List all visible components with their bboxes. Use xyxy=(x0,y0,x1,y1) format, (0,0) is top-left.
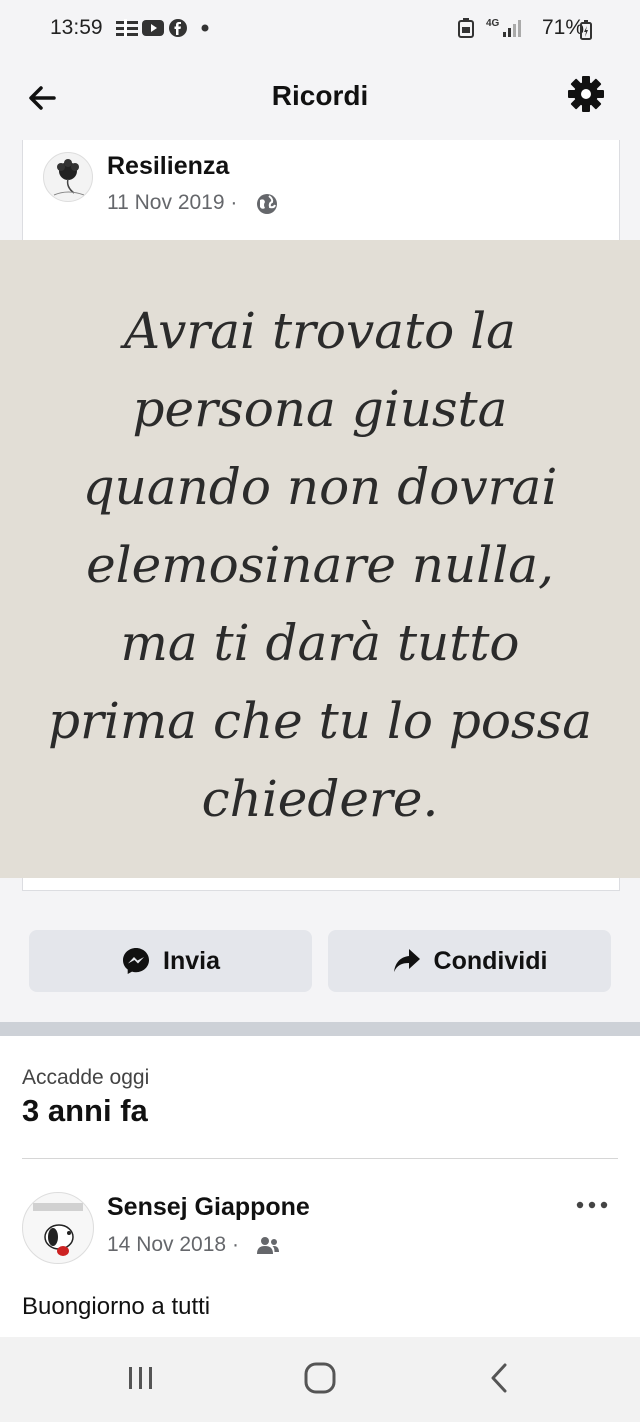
recent-apps-icon[interactable] xyxy=(126,1363,156,1393)
battery-level: 71% xyxy=(542,16,584,40)
image-quote-text: Avrai trovato la persona giusta quando n… xyxy=(0,292,640,838)
app-header: Ricordi xyxy=(0,60,640,132)
dandelion-icon xyxy=(53,159,85,196)
list-icon xyxy=(116,19,138,37)
settings-gear-icon[interactable] xyxy=(566,74,606,114)
post-author[interactable]: Resilienza xyxy=(107,152,229,181)
quote-line: chiedere. xyxy=(201,770,439,828)
post-author[interactable]: Sensej Giappone xyxy=(107,1193,310,1222)
battery-saver-icon xyxy=(458,18,474,38)
dot-icon xyxy=(201,24,209,32)
date-separator: · xyxy=(230,191,238,214)
battery-icon xyxy=(580,20,592,40)
facebook-icon xyxy=(169,19,187,37)
friends-icon xyxy=(257,1237,279,1254)
messenger-icon xyxy=(123,948,149,974)
share-button[interactable]: Condividi xyxy=(328,930,611,992)
post-date[interactable]: 11 Nov 2019 · xyxy=(107,191,237,215)
post-date-text: 14 Nov 2018 xyxy=(107,1233,227,1256)
section-divider xyxy=(0,1022,640,1036)
share-arrow-icon xyxy=(393,949,420,972)
battery-percent: 71% xyxy=(541,16,584,39)
globe-icon xyxy=(257,194,277,214)
signal-icon xyxy=(503,20,522,37)
network-type: 4G xyxy=(486,17,500,29)
status-time: 13:59 xyxy=(50,16,103,39)
system-icons: 4G xyxy=(458,17,522,38)
post-image[interactable]: Avrai trovato la persona giusta quando n… xyxy=(0,240,640,878)
post-date[interactable]: 14 Nov 2018 · xyxy=(107,1233,239,1257)
back-nav-icon[interactable] xyxy=(484,1361,514,1395)
send-label: Invia xyxy=(163,946,220,975)
quote-line: prima che tu lo possa xyxy=(47,692,593,750)
snoopy-avatar-image xyxy=(33,1203,83,1256)
system-nav-bar xyxy=(0,1337,640,1422)
notification-icons xyxy=(116,18,209,38)
divider-line xyxy=(22,1158,618,1159)
share-label: Condividi xyxy=(433,946,548,975)
home-icon[interactable] xyxy=(303,1361,337,1395)
post-date-text: 11 Nov 2019 xyxy=(107,191,225,214)
date-separator: · xyxy=(231,1233,239,1256)
send-button[interactable]: Invia xyxy=(29,930,312,992)
quote-line: ma ti darà tutto xyxy=(120,614,520,672)
post-text: Buongiorno a tutti xyxy=(22,1293,211,1320)
page-avatar[interactable] xyxy=(43,152,93,202)
user-avatar[interactable] xyxy=(22,1192,94,1264)
status-bar: 13:59 4G 71% xyxy=(0,0,640,60)
quote-line: Avrai trovato la xyxy=(124,302,516,360)
page-title: Ricordi xyxy=(271,80,369,111)
more-options-icon[interactable] xyxy=(574,1193,610,1217)
quote-line: persona giusta xyxy=(132,380,508,438)
youtube-icon xyxy=(142,20,164,36)
memory-label: Accadde oggi xyxy=(22,1066,150,1089)
memory-years-ago: 3 anni fa xyxy=(22,1093,148,1128)
quote-line: quando non dovrai xyxy=(82,458,558,516)
quote-line: elemosinare nulla, xyxy=(86,536,554,594)
